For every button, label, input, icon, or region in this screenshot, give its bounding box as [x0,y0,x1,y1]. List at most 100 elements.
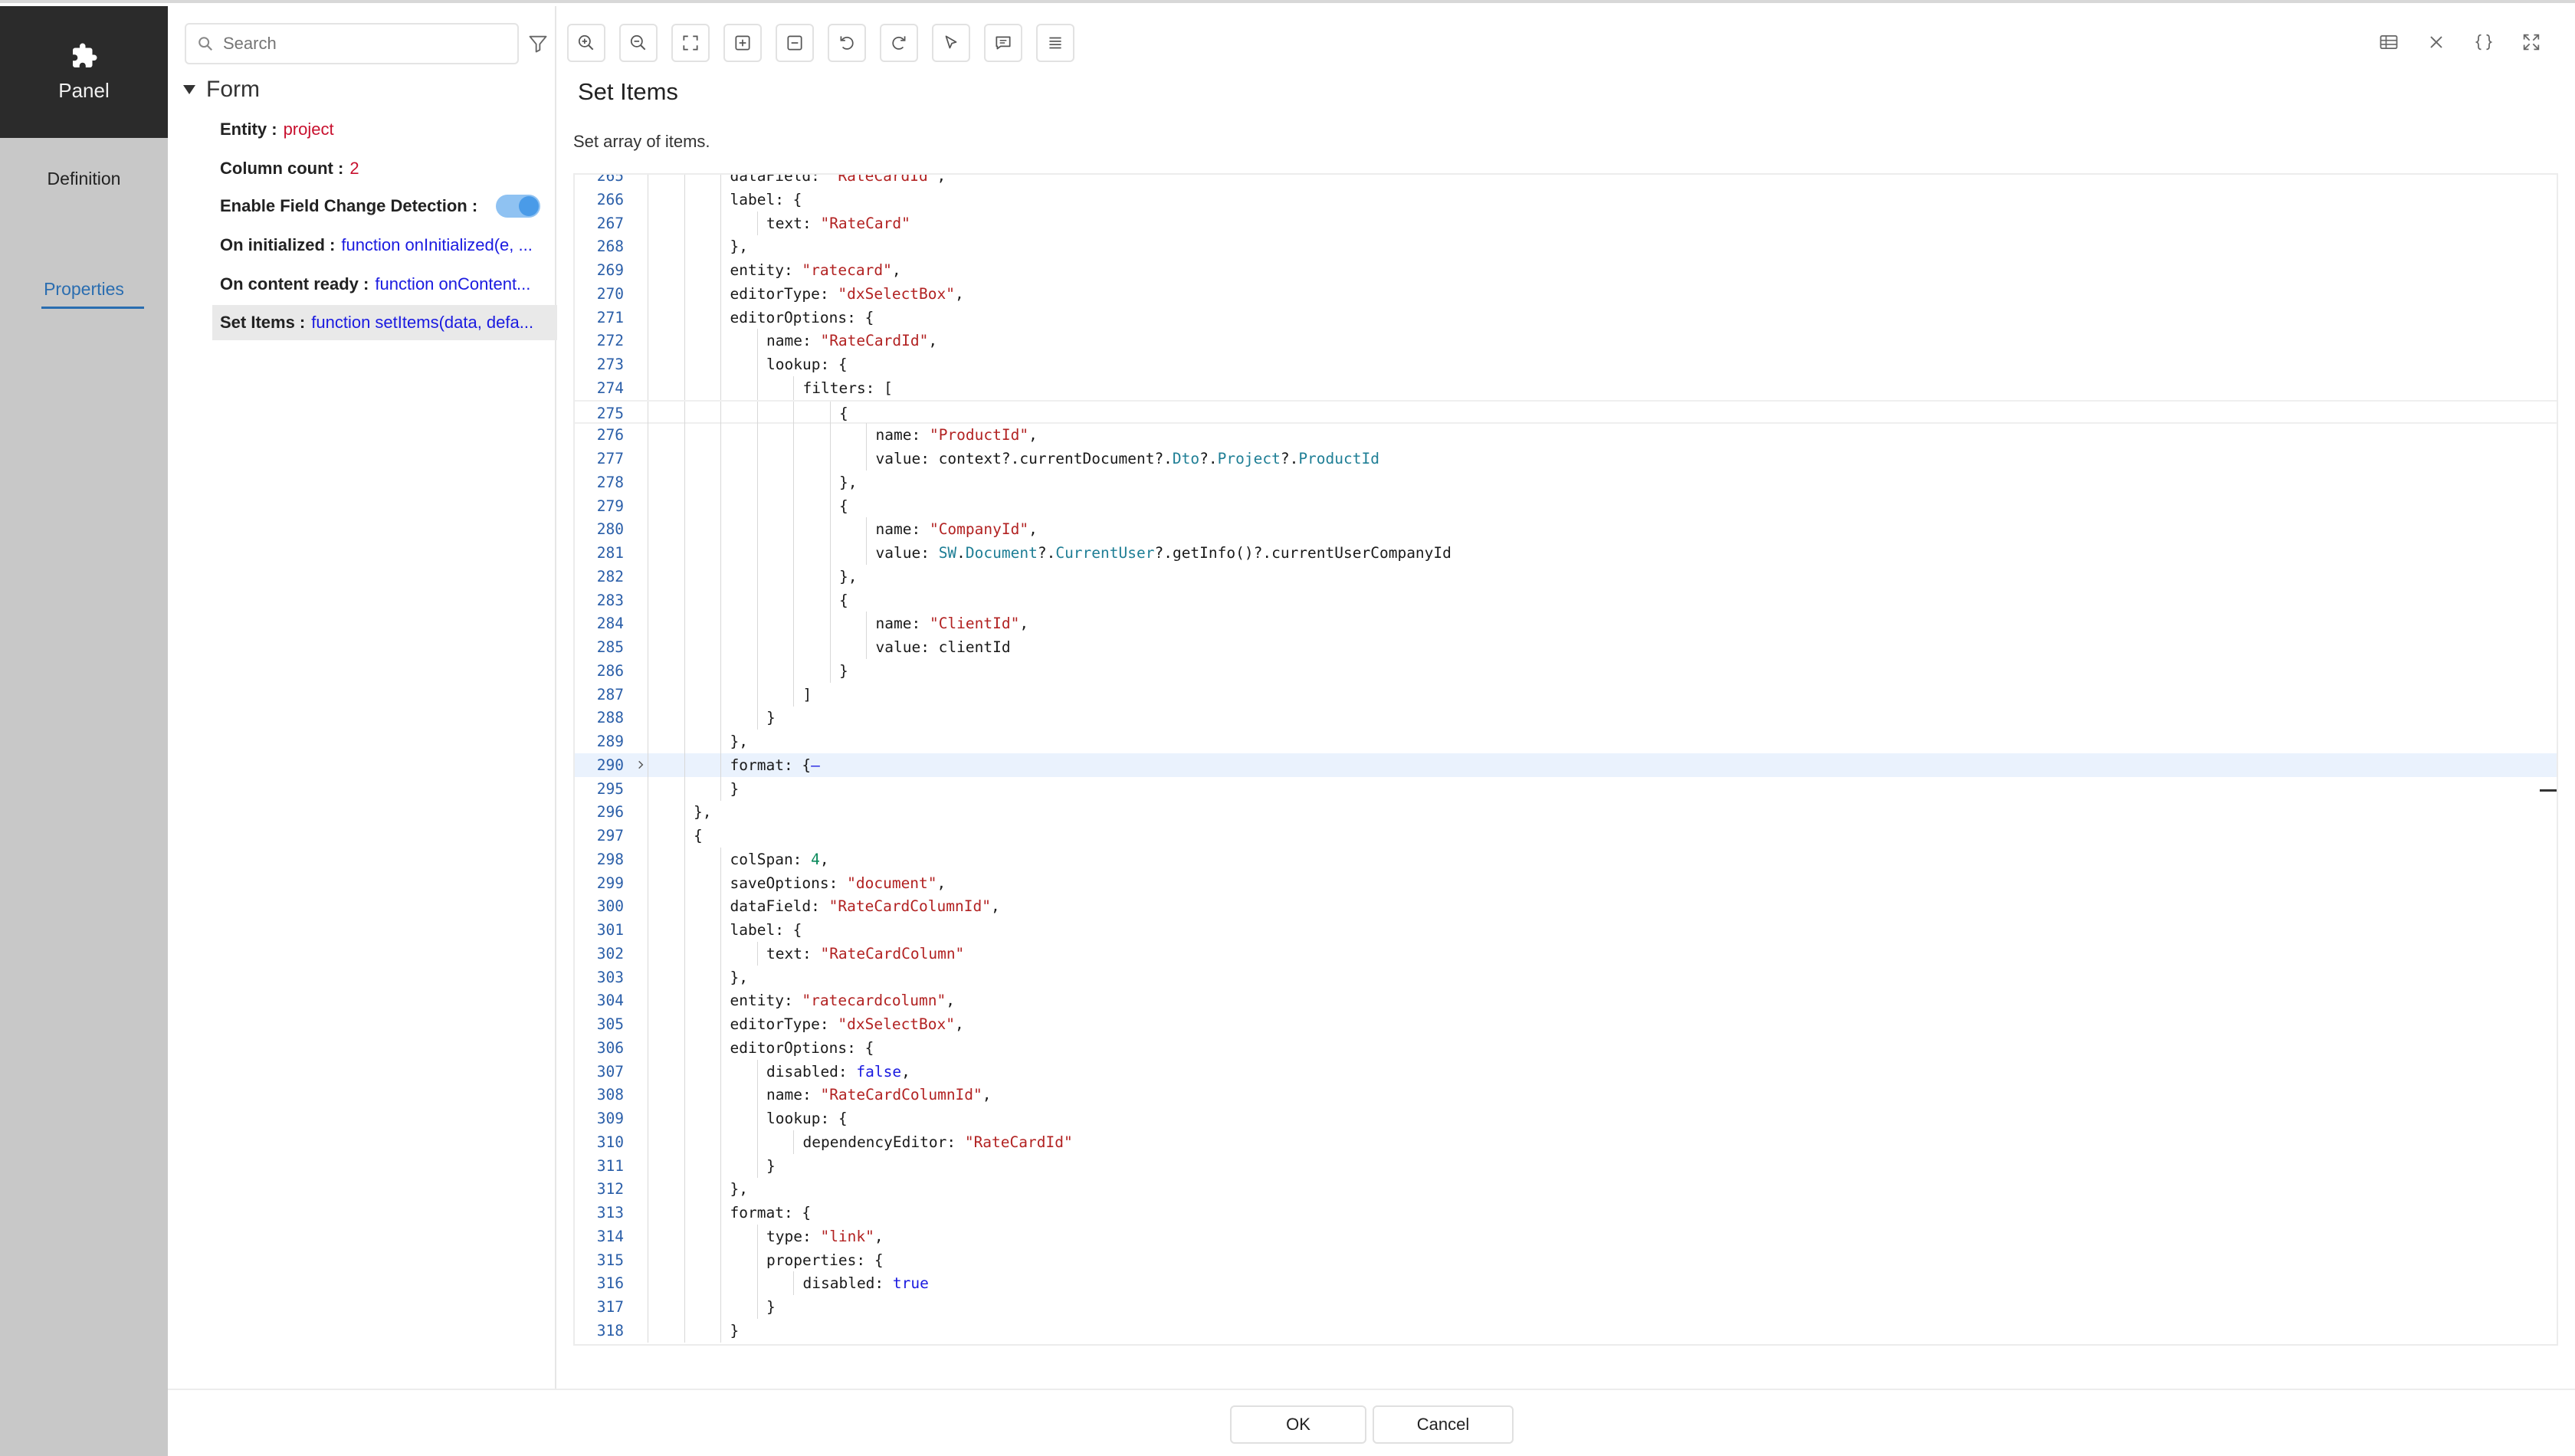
code-line[interactable]: 269 entity: "ratecard", [575,258,2557,282]
code-line[interactable]: 315 properties: { [575,1248,2557,1272]
code-text: }, [839,565,857,589]
code-line[interactable]: 286} [575,658,2557,683]
toggle-knob [519,196,540,216]
code-line[interactable]: 280 name: "CompanyId", [575,517,2557,542]
code-line[interactable]: 271 editorOptions: { [575,305,2557,330]
indent-guide [720,871,721,895]
code-line[interactable]: 290 format: {– [575,753,2557,777]
zoom-out-button[interactable] [619,24,658,62]
code-line[interactable]: 278}, [575,470,2557,494]
code-view-button[interactable] [2465,23,2503,61]
indent-guide [684,989,685,1013]
code-line[interactable]: 277 value: context?.currentDocument?.Dto?… [575,447,2557,471]
code-line[interactable]: 279 { [575,494,2557,518]
code-line[interactable]: 272 name: "RateCardId", [575,329,2557,353]
code-line[interactable]: 301 label: { [575,918,2557,942]
code-line[interactable]: 284 name: "ClientId", [575,612,2557,636]
redo-button[interactable] [880,24,918,62]
rail-panel-label: Panel [58,78,110,102]
cursor-icon [945,35,957,49]
code-line[interactable]: 313 format: { [575,1201,2557,1225]
comment-button[interactable] [984,24,1022,62]
field-change-detection-toggle[interactable] [496,195,541,218]
code-line[interactable]: 310 dependencyEditor: "RateCardId" [575,1130,2557,1154]
code-line[interactable]: 289}, [575,730,2557,753]
expand-all-button[interactable] [723,24,762,62]
code-text: }, [694,800,711,824]
zoom-out-icon [630,34,646,51]
code-line[interactable]: 306 editorOptions: { [575,1035,2557,1060]
code-line[interactable]: 303}, [575,965,2557,989]
fullscreen-button[interactable] [2512,23,2550,61]
code-text: dataField: "RateCardColumnId", [730,894,1000,918]
code-line[interactable]: 298 colSpan: 4, [575,847,2557,871]
rail-item-definition[interactable]: Definition [0,169,168,189]
prop-row-entity[interactable]: Entity : project [212,112,549,147]
line-number: 284 [596,615,624,633]
line-number: 300 [596,897,624,916]
indent-guide [720,1177,721,1202]
code-line[interactable]: 287] [575,682,2557,707]
code-line[interactable]: 270 editorType: "dxSelectBox", [575,281,2557,306]
prop-row-on-initialized[interactable]: On initialized : function onInitialized(… [212,228,549,263]
code-line[interactable]: 305 editorType: "dxSelectBox", [575,1012,2557,1036]
code-line[interactable]: 300 dataField: "RateCardColumnId", [575,894,2557,919]
code-line[interactable]: 274 filters: [ [575,375,2557,400]
code-line[interactable]: 296}, [575,800,2557,825]
code-token: editorType: [730,284,838,303]
indent-guide [684,175,685,188]
cancel-button[interactable]: Cancel [1373,1405,1514,1444]
undo-button[interactable] [828,24,866,62]
code-line[interactable]: 304 entity: "ratecardcolumn", [575,989,2557,1013]
fold-chevron-icon[interactable] [633,753,648,777]
rail-panel-tab[interactable]: Panel [0,6,168,138]
collapse-all-button[interactable] [776,24,814,62]
code-line[interactable]: 317} [575,1295,2557,1319]
code-line[interactable]: 297 { [575,824,2557,848]
filter-button[interactable] [520,25,556,63]
indent-guide [829,635,831,659]
code-line[interactable]: 288} [575,706,2557,730]
code-editor[interactable]: 265 dataField: "RateCardId", 266 label: {26… [573,173,2558,1346]
prop-row-set-items[interactable]: Set Items : function setItems(data, defa… [212,305,557,340]
indent-guide [829,541,831,565]
code-line[interactable]: 276 name: "ProductId", [575,423,2557,448]
rail-item-properties[interactable]: Properties [0,279,168,300]
code-line[interactable]: 314 type: "link", [575,1224,2557,1248]
search-input[interactable] [223,34,499,54]
prop-row-field-change-detection[interactable]: Enable Field Change Detection : [212,189,549,224]
format-button[interactable] [1036,24,1074,62]
code-line[interactable]: 299 saveOptions: "document", [575,871,2557,895]
code-line[interactable]: 316 disabled: true [575,1271,2557,1296]
code-line[interactable]: 318} [575,1318,2557,1343]
code-line[interactable]: 312}, [575,1177,2557,1202]
prop-row-on-content-ready[interactable]: On content ready : function onContent... [212,267,549,302]
code-line[interactable]: 307 disabled: false, [575,1059,2557,1084]
table-view-button[interactable] [2370,23,2408,61]
code-line[interactable]: 309 lookup: { [575,1107,2557,1130]
indent-guide [720,353,721,376]
code-line[interactable]: 283 { [575,588,2557,612]
tree-group-form[interactable]: Form [183,77,260,103]
code-line[interactable]: 266 label: { [575,187,2557,212]
code-line[interactable]: 311} [575,1153,2557,1178]
close-editor-button[interactable] [2417,23,2455,61]
code-line[interactable]: 267 text: "RateCard" [575,211,2557,235]
code-line[interactable]: 282}, [575,564,2557,589]
code-line[interactable]: 275 { [575,399,2557,425]
code-token: } [730,779,740,798]
indent-guide [866,447,867,471]
prop-row-column-count[interactable]: Column count : 2 [212,151,549,186]
code-line[interactable]: 268}, [575,234,2557,259]
zoom-in-button[interactable] [567,24,605,62]
code-line[interactable]: 273 lookup: { [575,353,2557,376]
ok-button[interactable]: OK [1230,1405,1366,1444]
select-button[interactable] [932,24,970,62]
code-line[interactable]: 265 dataField: "RateCardId", [575,175,2557,188]
code-line[interactable]: 295} [575,776,2557,801]
code-line[interactable]: 302 text: "RateCardColumn" [575,941,2557,966]
code-line[interactable]: 285 value: clientId [575,635,2557,659]
code-line[interactable]: 281 value: SW.Document?.CurrentUser?.getI… [575,541,2557,565]
code-line[interactable]: 308 name: "RateCardColumnId", [575,1083,2557,1107]
fit-screen-button[interactable] [671,24,710,62]
